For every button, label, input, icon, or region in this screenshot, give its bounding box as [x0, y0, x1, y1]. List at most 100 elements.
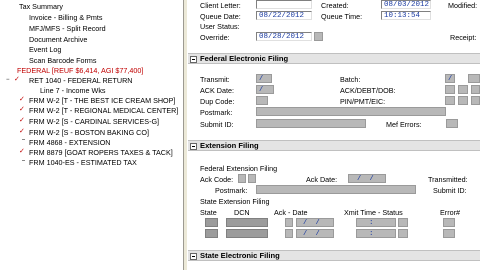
ext-ack-date-label: Ack Date:	[306, 175, 338, 184]
state-efile-section[interactable]: State Electronic Filing	[188, 250, 480, 261]
queue-date-field[interactable]: 08/22/2012	[256, 11, 312, 20]
ack-debt-dob-label: ACK/DEBT/DOB:	[340, 86, 396, 95]
postmark-field[interactable]	[256, 107, 446, 116]
queue-time-field[interactable]: 10:13:54	[381, 11, 431, 20]
tree-item-label: Event Log	[29, 45, 62, 54]
collapse-icon[interactable]	[190, 143, 197, 150]
ack-code-label: Ack Code:	[200, 175, 234, 184]
collapse-icon[interactable]	[190, 56, 197, 63]
state-ext-dcn-field[interactable]	[226, 229, 268, 238]
state-ext-date-field[interactable]: / /	[296, 218, 334, 227]
mef-errors-field[interactable]	[446, 119, 458, 128]
state-ext-state-field[interactable]	[205, 229, 218, 238]
section-title: Extension Filing	[200, 141, 259, 150]
state-ext-time-field[interactable]: :	[356, 229, 396, 238]
ext-submit-id-label: Submit ID:	[433, 186, 467, 195]
tree-item-label: FRM W-2 [T - THE BEST ICE CREAM SHOP]	[29, 96, 176, 105]
check-icon: ✓	[19, 117, 25, 124]
date-slash: /	[315, 230, 321, 238]
tree-item-label: Scan Barcode Forms	[29, 56, 97, 65]
date-slash: /	[448, 75, 453, 83]
dob-field[interactable]	[458, 85, 468, 94]
state-ext-time-field[interactable]: :	[356, 218, 396, 227]
override-button[interactable]	[314, 32, 323, 41]
ack-code-field-2[interactable]	[248, 174, 256, 183]
override-label: Override:	[200, 33, 230, 42]
tree-item-label: Tax Summary	[19, 2, 63, 11]
date-slash: /	[303, 219, 308, 227]
date-slash: /	[259, 75, 264, 83]
dup-code-label: Dup Code:	[200, 97, 235, 106]
time-colon: :	[369, 219, 374, 227]
ack-date-field[interactable]: /	[256, 85, 274, 94]
tree-item-label: FRM 1040-ES - ESTIMATED TAX	[29, 158, 137, 167]
batch-field-2[interactable]	[468, 74, 480, 83]
transmit-label: Transmit:	[200, 75, 230, 84]
created-field[interactable]: 08/03/2012	[381, 0, 431, 9]
state-ext-ack-field[interactable]	[285, 218, 293, 227]
state-ext-status-field[interactable]	[398, 218, 408, 227]
collapse-icon[interactable]: −	[6, 77, 12, 83]
tree-item-label: Invoice - Billing & Pmts	[29, 13, 103, 22]
state-ext-error-field[interactable]	[443, 218, 455, 227]
transmitted-label: Transmitted:	[428, 175, 468, 184]
user-status-label: User Status:	[200, 22, 240, 31]
section-title: State Electronic Filing	[200, 251, 280, 260]
date-slash: /	[315, 219, 321, 227]
tree-item-label: Line 7 - Income Wks	[40, 86, 106, 95]
tree-item-label: FRM 8879 [GOAT ROPERS TAXES & TACK]	[29, 148, 173, 157]
tree-item-label: FRM W-2 [S - BOSTON BAKING CO]	[29, 128, 149, 137]
eic-field[interactable]	[471, 96, 480, 105]
date-slash: /	[259, 86, 264, 94]
state-ext-error-field[interactable]	[443, 229, 455, 238]
tree-item-label: RET 1040 - FEDERAL RETURN	[29, 76, 133, 85]
submit-id-label: Submit ID:	[200, 120, 234, 129]
extension-filing-section[interactable]: Extension Filing	[188, 140, 480, 151]
submit-id-field[interactable]	[256, 119, 366, 128]
client-letter-field[interactable]	[256, 0, 312, 9]
return-tree: Tax Summary Invoice - Billing & Pmts MFJ…	[0, 0, 183, 270]
override-field[interactable]: 08/28/2012	[256, 32, 312, 41]
batch-field[interactable]: /	[445, 74, 455, 83]
client-letter-label: Client Letter:	[200, 1, 241, 10]
check-icon: ✓	[19, 96, 25, 103]
time-colon: :	[369, 230, 374, 238]
col-ack-date: Ack - Date	[274, 208, 308, 217]
date-slash: /	[357, 175, 362, 183]
tree-item-label: FRM W-2 [T - REGIONAL MEDICAL CENTER]	[29, 106, 179, 115]
mef-errors-label: Mef Errors:	[386, 120, 422, 129]
federal-efile-section[interactable]: Federal Electronic Filing	[188, 53, 480, 64]
tree-item-label: MFJ/MFS - Split Record	[29, 24, 106, 33]
state-ext-ack-field[interactable]	[285, 229, 293, 238]
tree-item-label: FEDERAL [REUF $6,414, AGI $77,400]	[17, 66, 144, 75]
tree-item-label: FRM 4868 - EXTENSION	[29, 138, 111, 147]
transmit-field[interactable]: /	[256, 74, 272, 83]
check-icon: ✓	[19, 106, 25, 113]
date-slash: /	[369, 175, 375, 183]
state-ext-date-field[interactable]: / /	[296, 229, 334, 238]
tree-connector	[22, 139, 25, 140]
pin-field[interactable]	[445, 96, 455, 105]
date-slash: /	[303, 230, 308, 238]
ack-debt-field[interactable]	[445, 85, 455, 94]
dup-code-field[interactable]	[256, 96, 268, 105]
state-ext-heading: State Extension Filing	[200, 197, 270, 206]
ack-code-field[interactable]	[238, 174, 246, 183]
col-state: State	[200, 208, 217, 217]
ext-postmark-field[interactable]	[256, 185, 416, 194]
check-icon: ✓	[19, 148, 25, 155]
tree-item-label: Document Archive	[29, 35, 88, 44]
dob-field-2[interactable]	[471, 85, 480, 94]
batch-label: Batch:	[340, 75, 361, 84]
collapse-icon[interactable]	[190, 253, 197, 260]
col-dcn: DCN	[234, 208, 250, 217]
col-xmit-status: Xmit Time - Status	[344, 208, 403, 217]
ext-postmark-label: Postmark:	[215, 186, 248, 195]
state-ext-status-field[interactable]	[398, 229, 408, 238]
state-ext-dcn-field[interactable]	[226, 218, 268, 227]
queue-time-label: Queue Time:	[321, 12, 363, 21]
ack-date-label: ACK Date:	[200, 86, 234, 95]
ext-ack-date-field[interactable]: / /	[348, 174, 386, 183]
pmt-field[interactable]	[458, 96, 468, 105]
state-ext-state-field[interactable]	[205, 218, 218, 227]
